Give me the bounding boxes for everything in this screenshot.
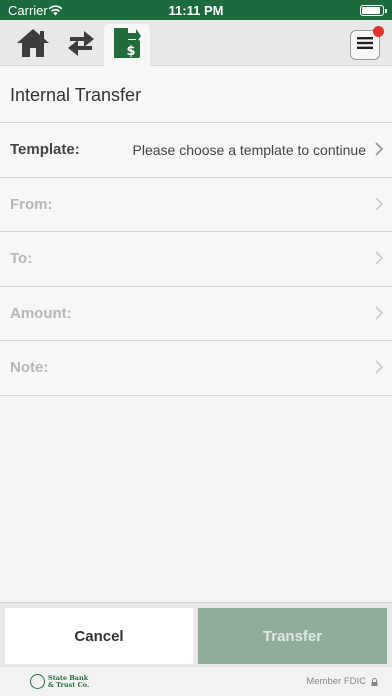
template-value: Please choose a template to continue <box>132 142 367 158</box>
money-transfer-icon: $ <box>112 26 142 65</box>
chevron-right-icon <box>374 360 384 375</box>
top-toolbar: $ <box>0 20 392 66</box>
template-row[interactable]: Template: Please choose a template to co… <box>0 123 392 178</box>
bank-seal-icon <box>30 674 45 689</box>
from-row[interactable]: From: <box>0 177 392 233</box>
fdic-label: Member FDIC <box>306 676 366 687</box>
note-row[interactable]: Note: <box>0 341 392 396</box>
svg-text:$: $ <box>126 44 135 59</box>
home-icon <box>15 27 51 64</box>
note-label: Note: <box>10 359 49 377</box>
chevron-right-icon <box>374 196 384 211</box>
hamburger-menu-icon <box>357 36 373 55</box>
chevron-right-icon <box>374 251 384 265</box>
chevron-right-icon <box>374 306 384 320</box>
bank-name-line2: & Trust Co. <box>48 680 90 689</box>
amount-label: Amount: <box>10 304 72 322</box>
menu-button[interactable] <box>350 26 384 60</box>
money-transfer-button[interactable]: $ <box>104 24 150 66</box>
action-bar: Cancel Transfer <box>0 602 392 666</box>
empty-content-area <box>0 397 392 602</box>
transfer-button[interactable]: Transfer <box>198 608 387 664</box>
arrows-swap-icon <box>66 28 96 63</box>
chevron-right-icon <box>374 142 384 156</box>
template-label: Template: <box>10 141 80 158</box>
home-button[interactable] <box>10 24 56 66</box>
bank-logo: State Bank & Trust Co. <box>30 674 89 689</box>
fdic-notice: Member FDIC <box>306 676 378 687</box>
transfer-form: Template: Please choose a template to co… <box>0 123 392 396</box>
status-bar: Carrier 11:11 PM <box>0 0 392 20</box>
page-header: Internal Transfer <box>0 67 392 123</box>
from-label: From: <box>10 195 53 213</box>
transfers-button[interactable] <box>58 24 104 66</box>
amount-row[interactable]: Amount: <box>0 286 392 342</box>
bottom-bar: State Bank & Trust Co. Member FDIC <box>0 666 392 696</box>
status-time: 11:11 PM <box>168 3 224 18</box>
battery-icon <box>360 5 387 16</box>
page-title: Internal Transfer <box>10 85 142 105</box>
notification-badge <box>373 26 384 37</box>
cancel-button[interactable]: Cancel <box>5 608 193 664</box>
to-label: To: <box>10 250 33 268</box>
to-row[interactable]: To: <box>0 232 392 287</box>
lock-icon <box>371 677 378 686</box>
